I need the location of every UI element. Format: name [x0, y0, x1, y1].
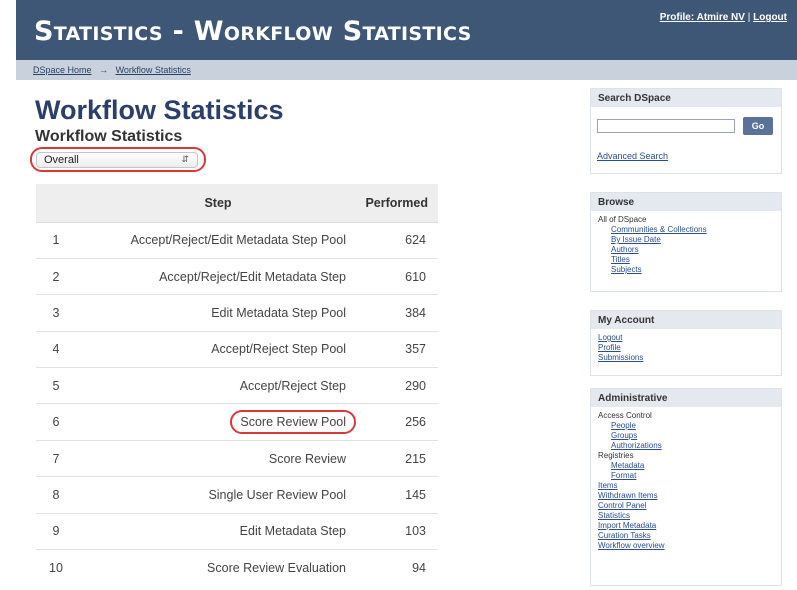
- browse-link-authors[interactable]: Authors: [598, 245, 774, 255]
- page-title: Workflow Statistics: [35, 95, 284, 125]
- row-performed: 215: [360, 439, 438, 477]
- row-performed: 256: [360, 403, 438, 441]
- breadcrumb-current-link[interactable]: Workflow Statistics: [116, 65, 191, 75]
- step-highlight-circle: Score Review Pool: [230, 410, 356, 435]
- row-performed: 384: [360, 294, 438, 332]
- browse-box-title: Browse: [591, 193, 781, 211]
- row-number: 4: [36, 330, 76, 368]
- row-number: 3: [36, 294, 76, 332]
- table-row: 10 Score Review Evaluation 94: [36, 549, 438, 586]
- row-performed: 103: [360, 512, 438, 550]
- breadcrumb-home-link[interactable]: DSpace Home: [33, 65, 92, 75]
- table-row: 4 Accept/Reject Step Pool 357: [36, 330, 438, 368]
- administrative-title: Administrative: [591, 389, 781, 407]
- row-performed: 357: [360, 330, 438, 368]
- admin-link-people[interactable]: People: [598, 421, 774, 431]
- profile-link[interactable]: Profile: Atmire NV: [660, 12, 745, 23]
- filter-select[interactable]: Overall ⇵: [36, 152, 198, 168]
- row-step: Edit Metadata Step: [76, 512, 360, 550]
- row-number: 6: [36, 403, 76, 441]
- row-step: Accept/Reject Step Pool: [76, 330, 360, 368]
- column-header-num: [36, 184, 76, 223]
- admin-link-curation-tasks[interactable]: Curation Tasks: [598, 531, 774, 541]
- search-input[interactable]: [597, 119, 735, 133]
- row-number: 8: [36, 476, 76, 514]
- row-step: Accept/Reject/Edit Metadata Step Pool: [76, 221, 360, 259]
- my-account-box: My Account Logout Profile Submissions: [590, 310, 782, 376]
- browse-link-subjects[interactable]: Subjects: [598, 265, 774, 275]
- table-row: 7 Score Review 215: [36, 439, 438, 477]
- registries-label: Registries: [598, 451, 634, 460]
- admin-link-authorizations[interactable]: Authorizations: [598, 441, 774, 451]
- browse-scope-label: All of DSpace: [598, 215, 647, 224]
- administrative-box: Administrative Access Control People Gro…: [590, 388, 782, 586]
- workflow-stats-table: Step Performed 1 Accept/Reject/Edit Meta…: [36, 184, 438, 586]
- admin-link-import-metadata[interactable]: Import Metadata: [598, 521, 774, 531]
- access-control-label: Access Control: [598, 411, 652, 420]
- row-number: 9: [36, 512, 76, 550]
- table-row: 1 Accept/Reject/Edit Metadata Step Pool …: [36, 221, 438, 259]
- page-subtitle: Workflow Statistics: [35, 128, 183, 145]
- row-step-highlighted: Score Review Pool: [76, 403, 360, 441]
- table-row: 6 Score Review Pool 256: [36, 403, 438, 441]
- table-row: 2 Accept/Reject/Edit Metadata Step 610: [36, 257, 438, 295]
- filter-highlight: Overall ⇵: [30, 147, 206, 172]
- admin-link-metadata[interactable]: Metadata: [598, 461, 774, 471]
- admin-link-statistics[interactable]: Statistics: [598, 511, 774, 521]
- account-link-profile[interactable]: Profile: [598, 343, 774, 353]
- row-number: 10: [36, 549, 76, 586]
- account-link-submissions[interactable]: Submissions: [598, 353, 774, 363]
- admin-link-items[interactable]: Items: [598, 481, 774, 491]
- browse-link-titles[interactable]: Titles: [598, 255, 774, 265]
- column-header-step: Step: [76, 184, 360, 223]
- row-performed: 290: [360, 367, 438, 404]
- row-step: Accept/Reject/Edit Metadata Step: [76, 257, 360, 295]
- browse-link-communities[interactable]: Communities & Collections: [598, 225, 774, 235]
- row-step: Accept/Reject Step: [76, 367, 360, 404]
- admin-link-format[interactable]: Format: [598, 471, 774, 481]
- admin-link-workflow-overview[interactable]: Workflow overview: [598, 541, 774, 551]
- advanced-search-link[interactable]: Advanced Search: [597, 151, 668, 161]
- row-number: 5: [36, 367, 76, 404]
- filter-select-value: Overall: [44, 154, 79, 166]
- browse-box: Browse All of DSpace Communities & Colle…: [590, 192, 782, 292]
- table-header-row: Step Performed: [36, 184, 438, 223]
- row-number: 7: [36, 439, 76, 477]
- header-title: Statistics - Workflow Statistics: [34, 16, 472, 47]
- table-row: 5 Accept/Reject Step 290: [36, 367, 438, 404]
- row-number: 1: [36, 221, 76, 259]
- header-separator: |: [747, 12, 751, 23]
- page-header: Statistics - Workflow Statistics Profile…: [16, 0, 797, 60]
- go-button[interactable]: Go: [743, 117, 773, 135]
- updown-chevron-icon: ⇵: [181, 154, 189, 164]
- table-row: 8 Single User Review Pool 145: [36, 476, 438, 514]
- row-performed: 94: [360, 549, 438, 586]
- breadcrumb-arrow: →: [99, 65, 109, 75]
- search-box-title: Search DSpace: [591, 89, 781, 107]
- row-step: Score Review Evaluation: [76, 549, 360, 586]
- my-account-title: My Account: [591, 311, 781, 329]
- admin-link-withdrawn-items[interactable]: Withdrawn Items: [598, 491, 774, 501]
- row-number: 2: [36, 257, 76, 295]
- account-link-logout[interactable]: Logout: [598, 333, 774, 343]
- table-row: 3 Edit Metadata Step Pool 384: [36, 294, 438, 332]
- header-user-links: Profile: Atmire NV | Logout: [660, 12, 787, 23]
- row-performed: 610: [360, 257, 438, 295]
- row-performed: 145: [360, 476, 438, 514]
- search-box: Search DSpace Go Advanced Search: [590, 88, 782, 174]
- table-row: 9 Edit Metadata Step 103: [36, 512, 438, 550]
- browse-link-issue-date[interactable]: By Issue Date: [598, 235, 774, 245]
- column-header-performed: Performed: [360, 184, 438, 223]
- row-performed: 624: [360, 221, 438, 259]
- admin-link-groups[interactable]: Groups: [598, 431, 774, 441]
- breadcrumb: DSpace Home → Workflow Statistics: [16, 60, 797, 80]
- row-step: Score Review: [76, 439, 360, 477]
- row-step: Single User Review Pool: [76, 476, 360, 514]
- admin-link-control-panel[interactable]: Control Panel: [598, 501, 774, 511]
- logout-link[interactable]: Logout: [753, 12, 787, 23]
- row-step: Edit Metadata Step Pool: [76, 294, 360, 332]
